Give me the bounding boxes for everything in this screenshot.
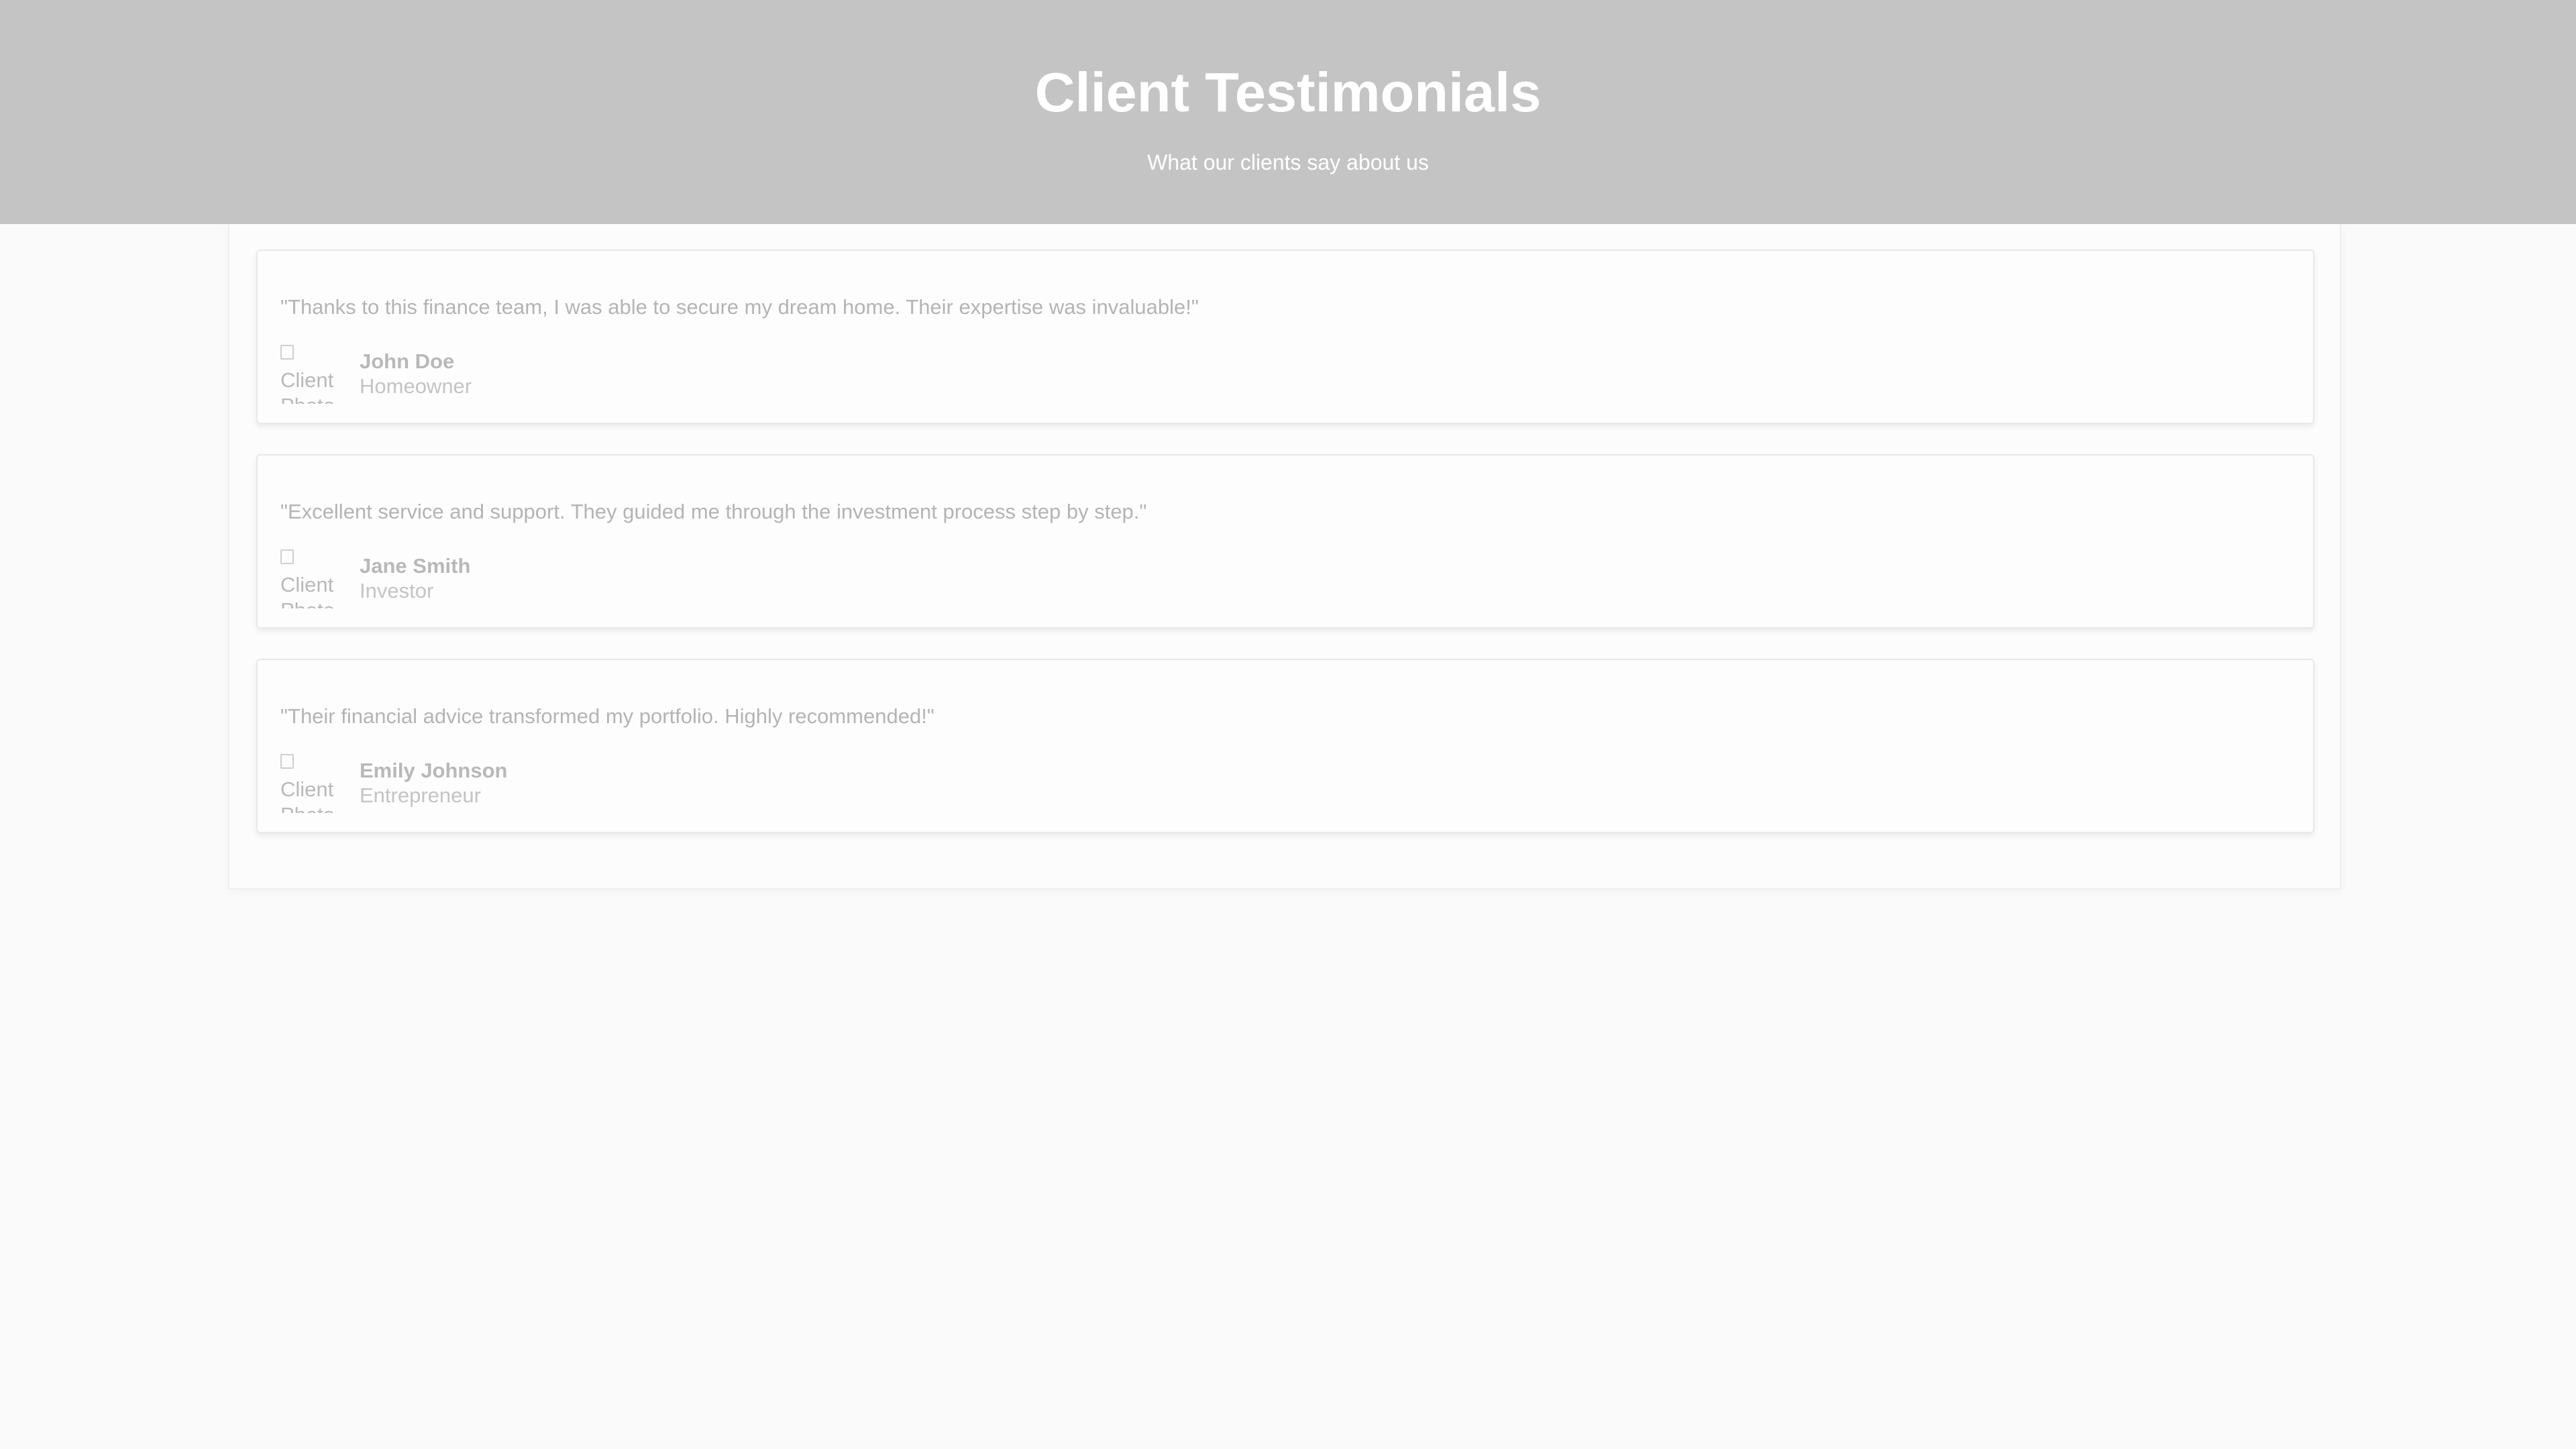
client-role: Homeowner — [360, 374, 472, 398]
testimonial-quote: "Their financial advice transformed my p… — [280, 704, 934, 728]
testimonial-card: "Their financial advice transformed my p… — [256, 659, 2314, 833]
client-block: Client Photo Emily Johnson Entrepreneur — [280, 751, 507, 818]
page-title: Client Testimonials — [1034, 61, 1542, 123]
client-photo-alt: Client Photo — [280, 368, 335, 404]
page-subtitle: What our clients say about us — [1147, 150, 1429, 174]
testimonial-card: "Excellent service and support. They gui… — [256, 454, 2314, 629]
client-photo-alt: Client Photo — [280, 777, 335, 813]
client-photo: Client Photo — [280, 751, 337, 813]
testimonial-card: "Thanks to this finance team, I was able… — [256, 250, 2314, 424]
testimonial-quote: "Excellent service and support. They gui… — [280, 500, 1147, 523]
broken-image-icon — [280, 345, 294, 360]
client-photo: Client Photo — [280, 342, 337, 404]
client-name: John Doe — [360, 350, 455, 373]
client-info: Jane Smith Investor — [360, 553, 470, 603]
testimonial-quote: "Thanks to this finance team, I was able… — [280, 295, 1199, 319]
broken-image-icon — [280, 754, 294, 769]
client-photo-alt: Client Photo — [280, 573, 335, 608]
page-header: Client Testimonials What our clients say… — [0, 0, 2576, 224]
client-name: Emily Johnson — [360, 759, 508, 782]
client-role: Entrepreneur — [360, 784, 481, 807]
client-name: Jane Smith — [360, 554, 471, 578]
client-photo: Client Photo — [280, 547, 337, 608]
client-block: Client Photo John Doe Homeowner — [280, 342, 472, 409]
client-info: John Doe Homeowner — [360, 349, 472, 398]
testimonials-container: "Thanks to this finance team, I was able… — [228, 224, 2341, 890]
client-block: Client Photo Jane Smith Investor — [280, 547, 470, 614]
broken-image-icon — [280, 549, 294, 564]
client-info: Emily Johnson Entrepreneur — [360, 758, 507, 808]
client-role: Investor — [360, 579, 434, 602]
